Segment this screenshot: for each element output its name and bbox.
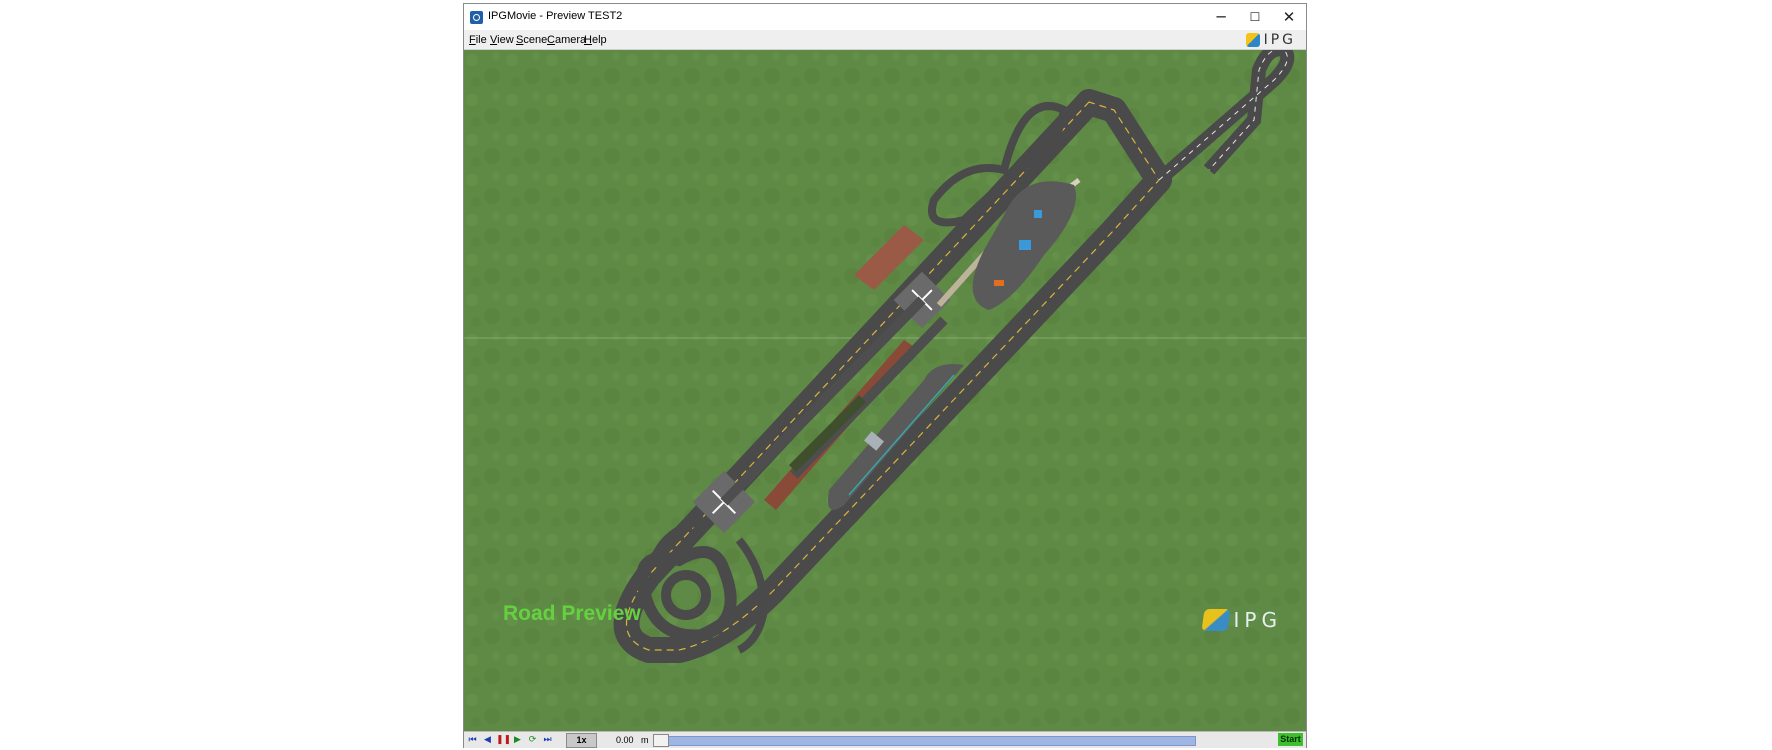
parking-vehicle <box>1034 210 1042 218</box>
timeline-slider-thumb[interactable] <box>653 734 669 747</box>
title-bar: IPGMovie - Preview TEST2 ─ ☐ ✕ <box>464 4 1306 30</box>
road-network-map <box>464 50 1306 731</box>
parking-vehicle <box>994 280 1004 286</box>
playback-bar: ⏮ ◀ ❚❚ ▶ ⟳ ⏭ 1x 0.00 m Start <box>464 731 1306 748</box>
menu-help[interactable]: Help <box>584 34 607 46</box>
play-icon[interactable]: ▶ <box>511 734 524 746</box>
menu-camera[interactable]: Camera <box>547 34 586 46</box>
timeline-slider[interactable] <box>654 736 1196 746</box>
road-preview-label: Road Preview <box>503 602 641 625</box>
loop-icon[interactable]: ⟳ <box>526 734 539 746</box>
ipg-watermark: IPG <box>1200 608 1282 632</box>
menu-bar: File View Scene Camera Help IPG <box>464 30 1306 50</box>
minimize-button[interactable]: ─ <box>1204 4 1238 30</box>
speed-button[interactable]: 1x <box>566 733 597 748</box>
pause-icon[interactable]: ❚❚ <box>496 734 511 746</box>
menu-scene[interactable]: Scene <box>516 34 547 46</box>
ipg-logo: IPG <box>1245 32 1296 48</box>
ipg-watermark-icon <box>1200 609 1231 631</box>
position-value: 0.00 <box>616 735 634 745</box>
step-back-icon[interactable]: ◀ <box>481 734 494 746</box>
grass-terrain <box>464 50 1306 731</box>
close-button[interactable]: ✕ <box>1272 4 1306 30</box>
window-title: IPGMovie - Preview TEST2 <box>488 10 623 22</box>
scene-viewport[interactable]: Road Preview IPG <box>464 50 1306 731</box>
start-button[interactable]: Start <box>1278 733 1303 746</box>
skip-end-icon[interactable]: ⏭ <box>541 734 554 746</box>
ipgmovie-window: IPGMovie - Preview TEST2 ─ ☐ ✕ File View… <box>463 3 1307 748</box>
menu-file[interactable]: File <box>469 34 487 46</box>
parking-vehicle <box>1019 240 1031 250</box>
ipg-logo-text: IPG <box>1263 32 1296 48</box>
ipg-watermark-text: IPG <box>1233 608 1282 632</box>
ipg-logo-mark-icon <box>1245 33 1260 47</box>
position-unit: m <box>641 735 649 745</box>
app-icon <box>470 11 483 24</box>
maximize-button[interactable]: ☐ <box>1238 4 1272 30</box>
menu-view[interactable]: View <box>490 34 514 46</box>
skip-start-icon[interactable]: ⏮ <box>466 734 479 746</box>
